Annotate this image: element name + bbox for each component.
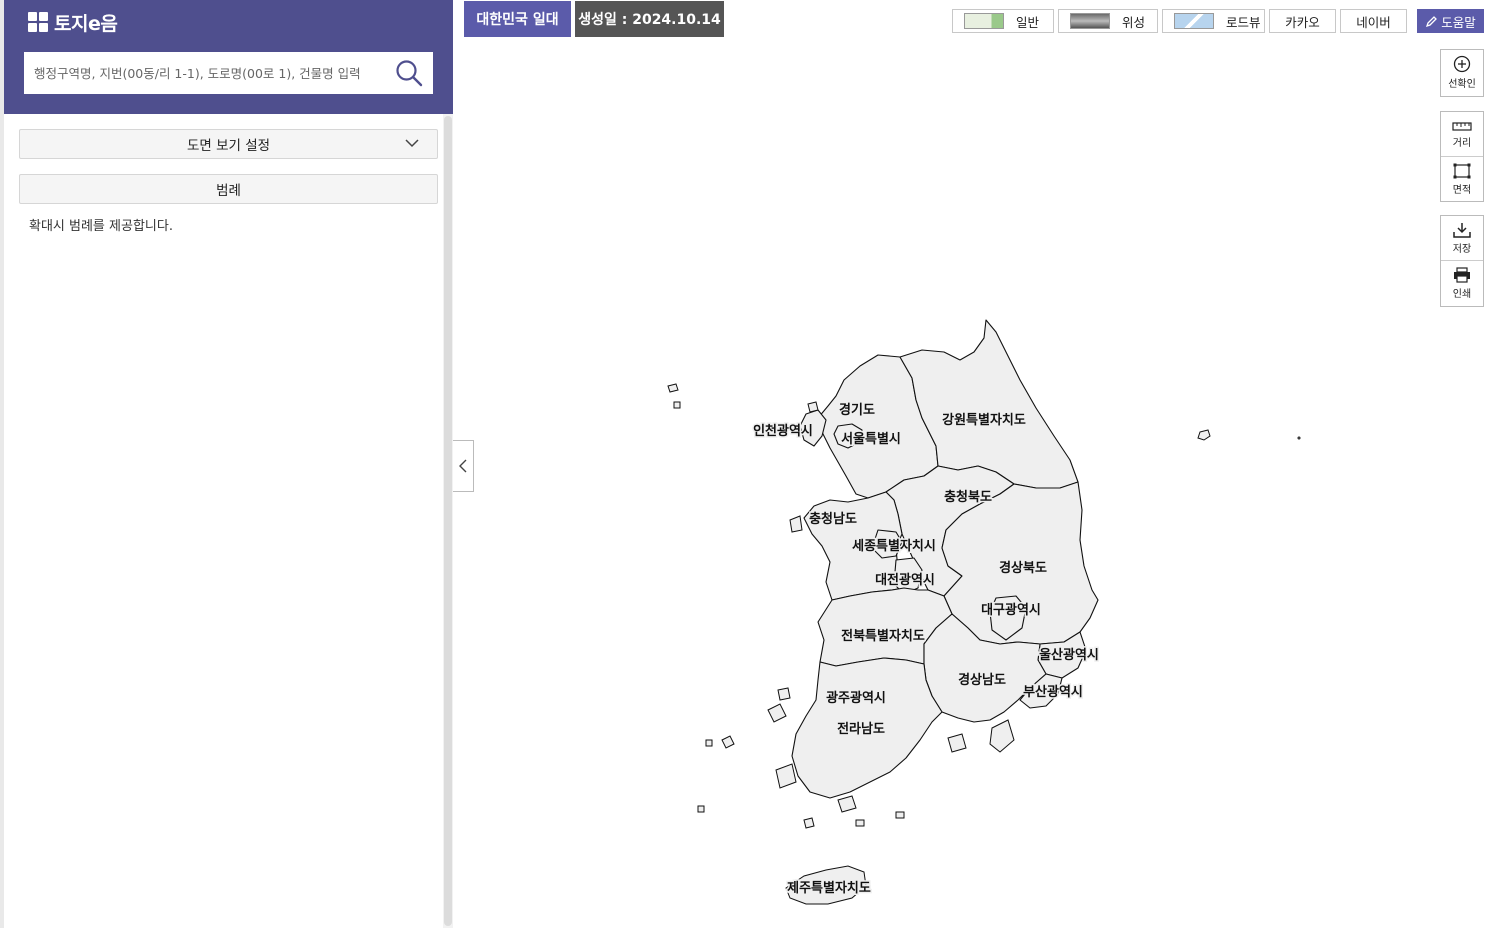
map-type-normal-button[interactable]: 일반 xyxy=(952,9,1054,33)
map-type-satellite-button[interactable]: 위성 xyxy=(1058,9,1158,33)
label-sejong: 세종특별자치시 xyxy=(852,538,936,554)
map-type-naver-button[interactable]: 네이버 xyxy=(1340,9,1407,33)
label-busan: 부산광역시 xyxy=(1023,684,1083,700)
label-jeonnam: 전라남도 xyxy=(837,721,885,737)
map-type-roadview-label: 로드뷰 xyxy=(1226,14,1261,30)
panel-body: 도면 보기 설정 범례 확대시 범례를 제공합니다. xyxy=(4,114,443,928)
chevron-down-icon xyxy=(405,139,419,148)
legend-accordion[interactable]: 범례 xyxy=(19,174,438,204)
label-seoul: 서울특별시 xyxy=(841,431,901,447)
satellite-map-thumb-icon xyxy=(1070,13,1110,29)
island-wando xyxy=(837,795,857,813)
label-gyeongbuk: 경상북도 xyxy=(999,560,1047,576)
island-yeonpyeong xyxy=(673,401,681,409)
map-type-kakao-label: 카카오 xyxy=(1285,14,1320,30)
island-geoje xyxy=(989,719,1015,753)
island-hongdo xyxy=(705,739,713,747)
island-ulleung xyxy=(1197,429,1211,441)
date-badge: 생성일 : 2024.10.14 xyxy=(575,1,724,37)
island-south-2 xyxy=(855,819,865,827)
label-jeju: 제주특별자치도 xyxy=(787,880,871,896)
map-type-kakao-button[interactable]: 카카오 xyxy=(1269,9,1336,33)
label-gyeongnam: 경상남도 xyxy=(958,672,1006,688)
island-gageo xyxy=(697,805,705,813)
island-south-3 xyxy=(895,811,905,819)
normal-map-thumb-icon xyxy=(964,13,1004,29)
label-chungbuk: 충청북도 xyxy=(944,489,992,505)
legend-message: 확대시 범례를 제공합니다. xyxy=(29,219,173,234)
search-input[interactable] xyxy=(34,62,386,84)
help-button[interactable]: 도움말 xyxy=(1417,9,1484,33)
label-ulsan: 울산광역시 xyxy=(1039,647,1099,663)
region-badge: 대한민국 일대 xyxy=(464,1,571,37)
roadview-map-thumb-icon xyxy=(1174,13,1214,29)
island-heuksan xyxy=(721,735,735,749)
label-daejeon: 대전광역시 xyxy=(875,572,935,588)
island-jindo xyxy=(775,763,797,789)
help-label: 도움말 xyxy=(1441,14,1476,30)
map-type-normal-label: 일반 xyxy=(1016,14,1040,30)
legend-label: 범례 xyxy=(216,183,241,199)
island-namhae xyxy=(947,733,967,753)
label-daegu: 대구광역시 xyxy=(981,602,1041,618)
logo-icon xyxy=(28,12,48,32)
island-anmyeon xyxy=(789,515,803,533)
korea-map[interactable]: 경기도 인천광역시 서울특별시 강원특별자치도 충청북도 충청남도 세종특별자치… xyxy=(474,40,1493,928)
panel-header: 토지e음 xyxy=(4,0,453,114)
label-gyeonggi: 경기도 xyxy=(839,402,875,418)
label-incheon: 인천광역시 xyxy=(753,423,813,439)
island-baengnyeong xyxy=(667,383,679,393)
view-settings-accordion[interactable]: 도면 보기 설정 xyxy=(19,129,438,159)
view-settings-label: 도면 보기 설정 xyxy=(186,138,271,154)
collapse-panel-button[interactable] xyxy=(453,440,474,492)
scroll-thumb[interactable] xyxy=(444,116,452,926)
map-type-satellite-label: 위성 xyxy=(1122,14,1146,30)
map-canvas[interactable]: 경기도 인천광역시 서울특별시 강원특별자치도 충청북도 충청남도 세종특별자치… xyxy=(474,40,1493,928)
island-south-1 xyxy=(803,817,815,829)
label-chungnam: 충청남도 xyxy=(809,511,857,527)
search-icon[interactable] xyxy=(394,58,424,88)
island-dokdo xyxy=(1297,436,1301,440)
logo-text: 토지e음 xyxy=(54,12,118,35)
left-panel: 토지e음 도면 보기 설정 범례 확대시 범례를 제공합니다. xyxy=(0,0,453,928)
map-type-naver-label: 네이버 xyxy=(1356,14,1391,30)
pencil-icon xyxy=(1426,15,1438,27)
logo[interactable]: 토지e음 xyxy=(28,10,118,35)
map-type-roadview-button[interactable]: 로드뷰 xyxy=(1162,9,1265,33)
search-box xyxy=(24,52,433,94)
chevron-left-icon xyxy=(459,459,467,473)
label-jeonbuk: 전북특별자치도 xyxy=(841,628,925,644)
island-sinan-1 xyxy=(767,703,787,723)
panel-scrollbar[interactable] xyxy=(443,114,453,928)
island-ganghwa xyxy=(807,401,819,413)
island-sinan-2 xyxy=(777,687,791,701)
label-gangwon: 강원특별자치도 xyxy=(942,412,1026,428)
label-gwangju: 광주광역시 xyxy=(826,690,886,706)
